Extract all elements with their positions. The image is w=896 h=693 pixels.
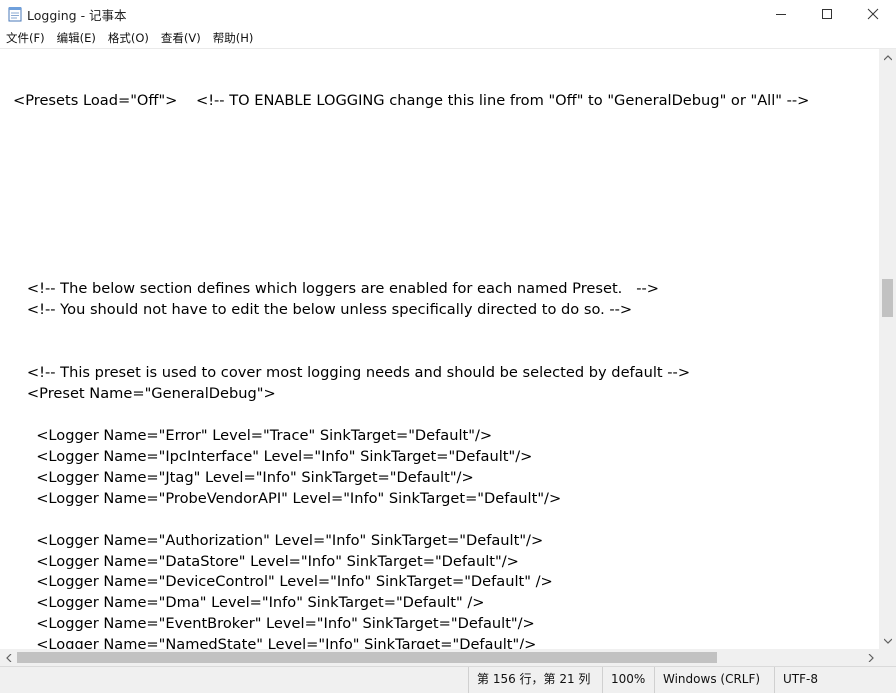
- text-line: [13, 49, 809, 70]
- chevron-down-icon: [883, 638, 892, 644]
- text-line: [13, 133, 809, 154]
- menu-view[interactable]: 查看(V): [155, 28, 207, 48]
- maximize-icon: [822, 9, 832, 19]
- chevron-up-icon: [883, 54, 892, 60]
- text-line: <Logger Name="DataStore" Level="Info" Si…: [13, 552, 519, 570]
- scroll-left-button[interactable]: [0, 649, 17, 666]
- menu-bar: 文件(F) 编辑(E) 格式(O) 查看(V) 帮助(H): [0, 28, 896, 48]
- text-line: [13, 405, 809, 426]
- text-line: [13, 196, 809, 217]
- text-line: <Preset Name="GeneralDebug">: [13, 385, 276, 402]
- text-line: <Logger Name="NamedState" Level="Info" S…: [13, 636, 537, 649]
- text-line: [13, 154, 809, 175]
- scrollbar-corner: [879, 649, 896, 666]
- title-bar[interactable]: Logging - 记事本: [0, 0, 896, 28]
- text-line: [13, 217, 809, 238]
- text-line: <Logger Name="Error" Level="Trace" SinkT…: [13, 426, 493, 444]
- text-line: [13, 70, 809, 91]
- status-line-ending: Windows (CRLF): [654, 667, 774, 693]
- text-editor[interactable]: <Presets Load="Off"> <!-- TO ENABLE LOGG…: [0, 49, 879, 649]
- text-line: [13, 175, 809, 196]
- text-line: <Logger Name="ProbeVendorAPI" Level="Inf…: [13, 489, 562, 507]
- text-line: <!-- The below section defines which log…: [13, 280, 659, 298]
- text-line: [13, 258, 809, 279]
- close-icon: [867, 8, 879, 20]
- status-encoding: UTF-8: [774, 667, 896, 693]
- text-line: [13, 510, 809, 531]
- text-line: [13, 321, 809, 342]
- text-line: <Logger Name="Authorization" Level="Info…: [13, 531, 544, 549]
- minimize-icon: [776, 14, 786, 15]
- window-title: Logging - 记事本: [27, 8, 127, 23]
- status-zoom: 100%: [602, 667, 654, 693]
- text-line: <Logger Name="Dma" Level="Info" SinkTarg…: [13, 594, 485, 612]
- text-line: <Logger Name="DeviceControl" Level="Info…: [13, 573, 553, 591]
- text-line: <!-- This preset is used to cover most l…: [13, 364, 691, 382]
- text-line: <Logger Name="Jtag" Level="Info" SinkTar…: [13, 468, 474, 486]
- horizontal-scrollbar[interactable]: [0, 649, 879, 666]
- scroll-up-button[interactable]: [879, 49, 896, 66]
- text-line: <Logger Name="EventBroker" Level="Info" …: [13, 615, 535, 633]
- menu-file[interactable]: 文件(F): [0, 28, 51, 48]
- text-line: <!-- You should not have to edit the bel…: [13, 301, 633, 319]
- notepad-icon: [8, 7, 22, 22]
- status-bar: 第 156 行，第 21 列 100% Windows (CRLF) UTF-8: [0, 666, 896, 693]
- text-line: [13, 112, 809, 133]
- maximize-button[interactable]: [804, 0, 850, 28]
- editor-text: <Presets Load="Off"> <!-- TO ENABLE LOGG…: [13, 49, 809, 649]
- menu-help[interactable]: 帮助(H): [207, 28, 260, 48]
- vertical-scrollbar[interactable]: [879, 49, 896, 649]
- scroll-down-button[interactable]: [879, 632, 896, 649]
- text-line: <Presets Load="Off"> <!-- TO ENABLE LOGG…: [13, 91, 810, 109]
- text-line: <Logger Name="IpcInterface" Level="Info"…: [13, 447, 533, 465]
- vertical-scroll-thumb[interactable]: [882, 279, 893, 317]
- close-button[interactable]: [850, 0, 896, 28]
- menu-format[interactable]: 格式(O): [102, 28, 155, 48]
- chevron-right-icon: [868, 653, 874, 662]
- status-position: 第 156 行，第 21 列: [468, 667, 602, 693]
- text-line: [13, 342, 809, 363]
- chevron-left-icon: [5, 653, 11, 662]
- menu-edit[interactable]: 编辑(E): [51, 28, 102, 48]
- text-line: [13, 237, 809, 258]
- scroll-right-button[interactable]: [862, 649, 879, 666]
- horizontal-scroll-thumb[interactable]: [17, 652, 717, 663]
- minimize-button[interactable]: [758, 0, 804, 28]
